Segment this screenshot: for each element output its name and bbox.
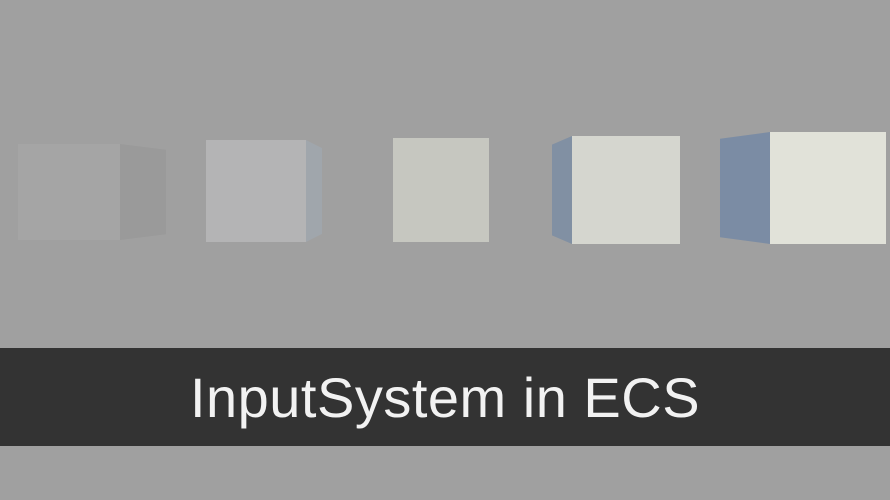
cube-face-left (720, 132, 770, 244)
cube-face-front (206, 140, 306, 242)
cube-face-right (306, 140, 322, 242)
title-text: InputSystem in ECS (190, 365, 700, 430)
cube-face-front (770, 132, 886, 244)
cube-face-front (18, 144, 120, 240)
cube-face-front (572, 136, 680, 244)
cube-face-right (120, 144, 166, 240)
cube-face-left (552, 136, 572, 244)
title-bar: InputSystem in ECS (0, 348, 890, 446)
cube-face-front (393, 138, 489, 242)
